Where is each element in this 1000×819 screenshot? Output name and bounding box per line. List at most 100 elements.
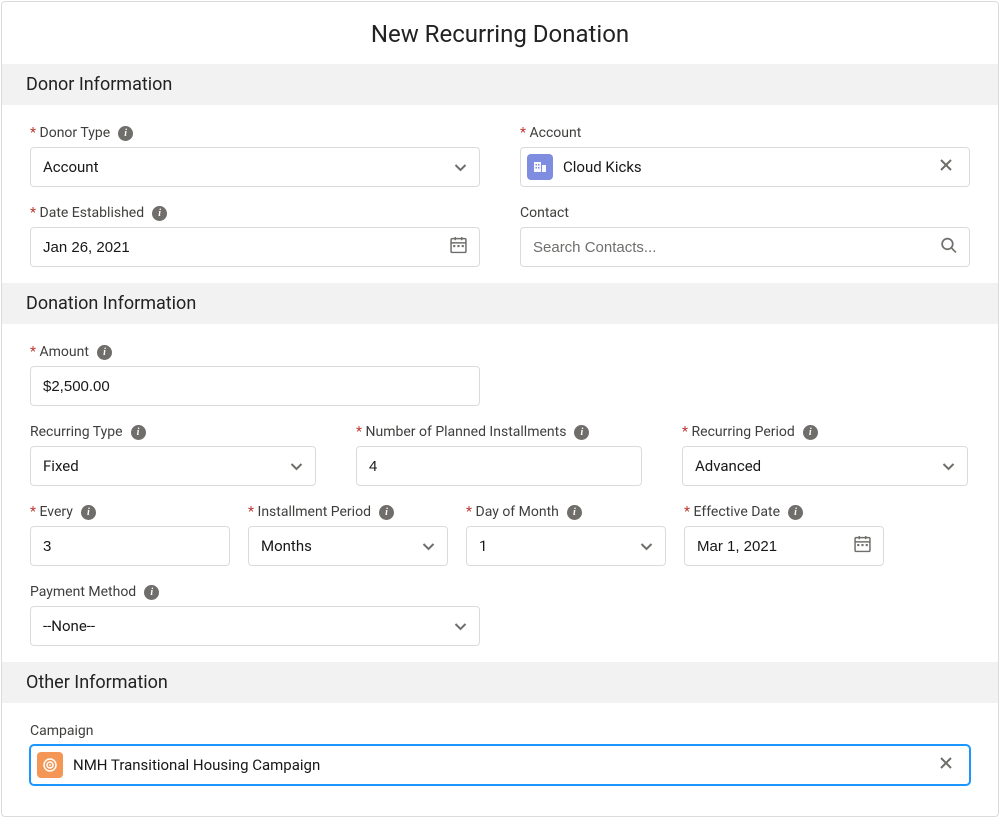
label-text: Payment Method (30, 584, 136, 600)
lookup-chip: Cloud Kicks (527, 154, 957, 180)
modal-title: New Recurring Donation (2, 2, 998, 64)
field-effective-date: Effective Date i (684, 504, 884, 566)
label-text: Amount (30, 344, 89, 360)
label-text: Recurring Period (682, 424, 795, 440)
field-label: Date Established i (30, 205, 480, 221)
label-text: Account (520, 125, 581, 141)
search-icon[interactable] (940, 237, 957, 258)
lookup-chip: NMH Transitional Housing Campaign (37, 752, 957, 778)
recurring-period-select[interactable]: Advanced (682, 446, 968, 486)
row: Date Established i Contact (30, 205, 970, 267)
field-every: Every i (30, 504, 230, 566)
amount-input-field[interactable] (43, 378, 467, 395)
row: Payment Method i --None-- (30, 584, 970, 646)
field-label: Donor Type i (30, 125, 480, 141)
label-text: Recurring Type (30, 424, 123, 440)
label-text: Date Established (30, 205, 144, 221)
select-value: Advanced (695, 457, 761, 475)
select-value: Fixed (43, 457, 79, 475)
label-text: Day of Month (466, 504, 559, 520)
field-label: Effective Date i (684, 504, 884, 520)
label-text: Contact (520, 205, 569, 221)
label-text: Installment Period (248, 504, 371, 520)
field-label: Payment Method i (30, 584, 480, 600)
effective-date-field[interactable] (697, 538, 871, 555)
help-icon[interactable]: i (152, 206, 167, 221)
payment-method-select[interactable]: --None-- (30, 606, 480, 646)
help-icon[interactable]: i (144, 585, 159, 600)
section-body-donor: Donor Type i Account Account (2, 105, 998, 283)
help-icon[interactable]: i (379, 505, 394, 520)
help-icon[interactable]: i (97, 345, 112, 360)
chevron-down-icon (422, 537, 435, 555)
select-value: 1 (479, 537, 487, 555)
select-value: Account (43, 158, 99, 176)
installment-period-select[interactable]: Months (248, 526, 448, 566)
search-input-field[interactable] (533, 239, 957, 256)
chevron-down-icon (454, 617, 467, 635)
help-icon[interactable]: i (131, 425, 146, 440)
label-text: Donor Type (30, 125, 110, 141)
label-text: Every (30, 504, 73, 520)
field-day-of-month: Day of Month i 1 (466, 504, 666, 566)
row: Amount i (30, 344, 970, 406)
calendar-icon[interactable] (450, 237, 467, 258)
effective-date-input[interactable] (684, 526, 884, 566)
section-header-donation: Donation Information (2, 283, 998, 324)
field-label: Campaign (30, 723, 970, 739)
every-input[interactable] (30, 526, 230, 566)
donor-type-select[interactable]: Account (30, 147, 480, 187)
section-body-other: Campaign NMH Transitional Housing Campai… (2, 703, 998, 793)
help-icon[interactable]: i (788, 505, 803, 520)
section-header-other: Other Information (2, 662, 998, 703)
recurring-type-select[interactable]: Fixed (30, 446, 316, 486)
help-icon[interactable]: i (567, 505, 582, 520)
section-body-donation: Amount i Recurring Type i Fixed (2, 324, 998, 662)
campaign-icon (37, 752, 63, 778)
day-of-month-select[interactable]: 1 (466, 526, 666, 566)
modal-container: New Recurring Donation Donor Information… (1, 1, 999, 817)
select-value: --None-- (43, 617, 95, 635)
account-icon (527, 154, 553, 180)
field-label: Recurring Period i (682, 424, 968, 440)
clear-icon[interactable] (935, 754, 957, 776)
clear-icon[interactable] (935, 156, 957, 178)
label-text: Number of Planned Installments (356, 424, 566, 440)
field-label: Number of Planned Installments i (356, 424, 642, 440)
label-text: Effective Date (684, 504, 780, 520)
help-icon[interactable]: i (118, 126, 133, 141)
row: Recurring Type i Fixed Number of Planned… (30, 424, 970, 486)
amount-input[interactable] (30, 366, 480, 406)
planned-installments-input[interactable] (356, 446, 642, 486)
help-icon[interactable]: i (81, 505, 96, 520)
chevron-down-icon (454, 158, 467, 176)
select-value: Months (261, 537, 312, 555)
contact-search-input[interactable] (520, 227, 970, 267)
help-icon[interactable]: i (803, 425, 818, 440)
field-recurring-period: Recurring Period i Advanced (682, 424, 968, 486)
field-label: Recurring Type i (30, 424, 316, 440)
installments-input-field[interactable] (369, 458, 629, 475)
lookup-value: NMH Transitional Housing Campaign (73, 756, 320, 774)
lookup-value: Cloud Kicks (563, 158, 642, 176)
field-planned-installments: Number of Planned Installments i (356, 424, 642, 486)
label-text: Campaign (30, 723, 93, 739)
date-input-field[interactable] (43, 239, 467, 256)
field-label: Contact (520, 205, 970, 221)
field-account: Account Cloud Kicks (520, 125, 970, 187)
campaign-lookup[interactable]: NMH Transitional Housing Campaign (30, 745, 970, 785)
help-icon[interactable]: i (574, 425, 589, 440)
date-established-input[interactable] (30, 227, 480, 267)
field-contact: Contact (520, 205, 970, 267)
field-campaign: Campaign NMH Transitional Housing Campai… (30, 723, 970, 785)
row: Every i Installment Period i Months (30, 504, 970, 566)
account-lookup[interactable]: Cloud Kicks (520, 147, 970, 187)
calendar-icon[interactable] (854, 536, 871, 557)
chevron-down-icon (290, 457, 303, 475)
chevron-down-icon (640, 537, 653, 555)
section-header-donor: Donor Information (2, 64, 998, 105)
field-label: Installment Period i (248, 504, 448, 520)
field-date-established: Date Established i (30, 205, 480, 267)
every-input-field[interactable] (43, 538, 217, 555)
field-payment-method: Payment Method i --None-- (30, 584, 480, 646)
